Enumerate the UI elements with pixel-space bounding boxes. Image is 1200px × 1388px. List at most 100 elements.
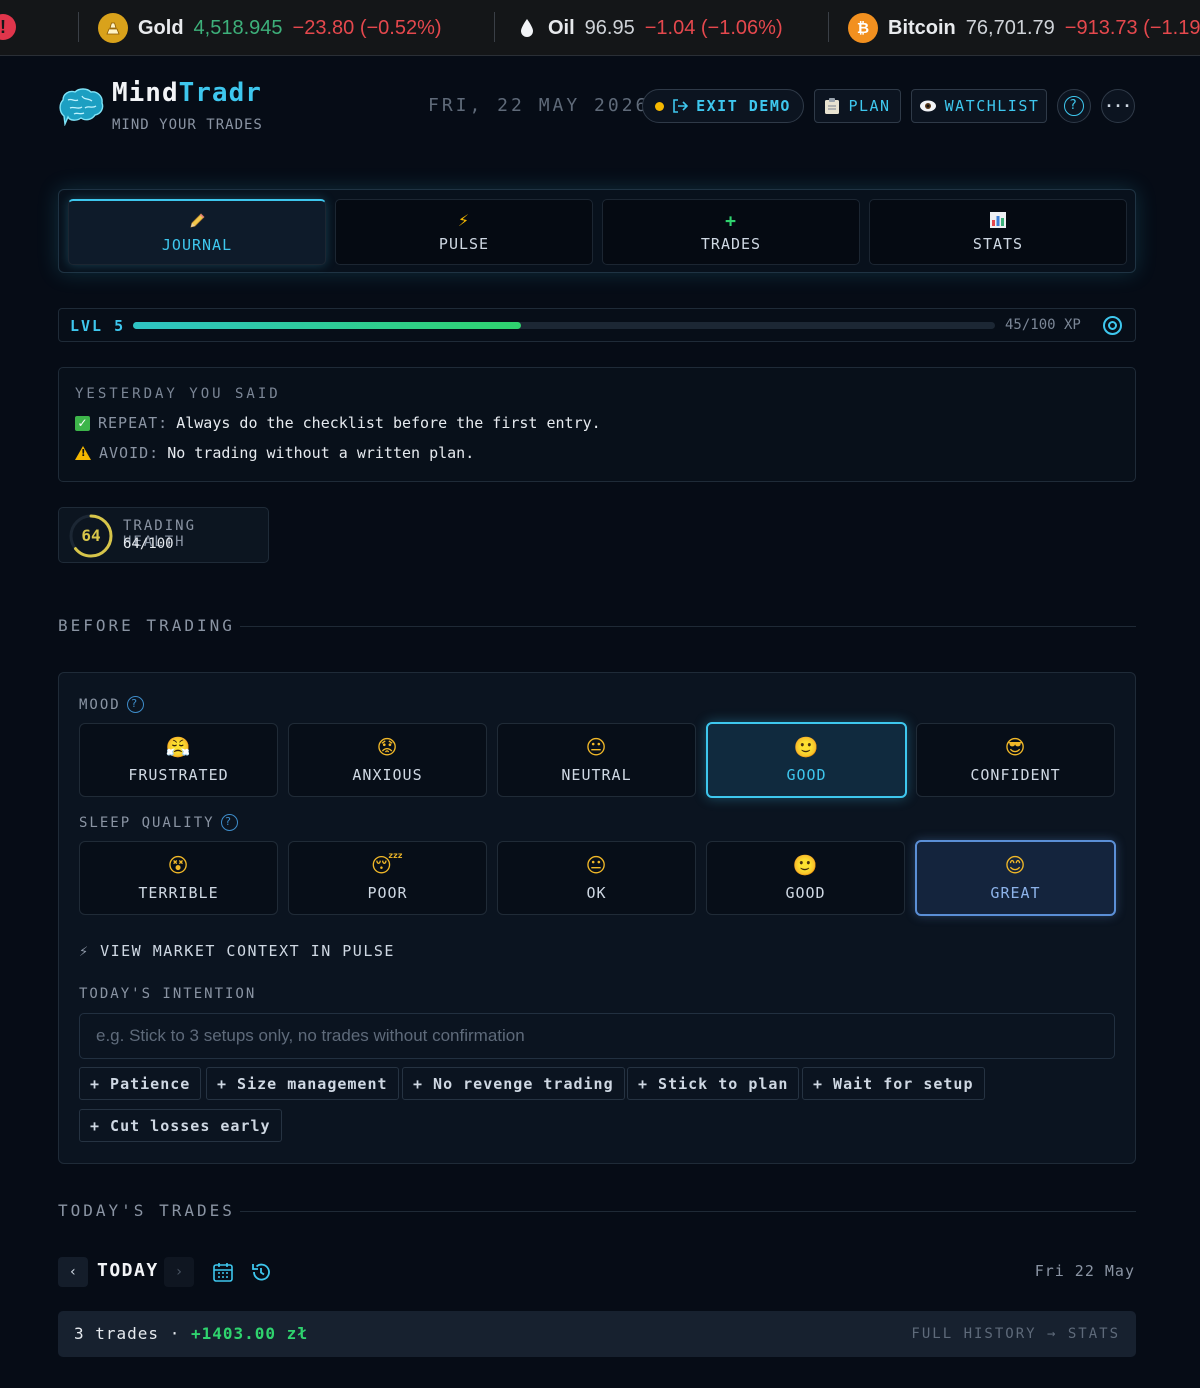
tab-trades[interactable]: + TRADES xyxy=(602,199,860,265)
pencil-icon xyxy=(188,212,206,230)
oil-drop-icon xyxy=(516,13,538,43)
mood-option-label: FRUSTRATED xyxy=(128,766,229,784)
plan-button[interactable]: PLAN xyxy=(814,89,901,123)
ticker-price: 96.95 xyxy=(584,16,635,39)
tab-stats[interactable]: STATS xyxy=(869,199,1127,265)
yesterday-title: YESTERDAY YOU SAID xyxy=(75,386,281,402)
intention-label: TODAY'S INTENTION xyxy=(79,986,257,1002)
target-icon[interactable] xyxy=(1103,316,1122,335)
sleep-option-terrible[interactable]: 😵 TERRIBLE xyxy=(79,841,278,915)
mood-option-good[interactable]: 🙂 GOOD xyxy=(706,722,907,798)
tagline: MIND YOUR TRADES xyxy=(112,117,263,133)
main-tabs: JOURNAL ⚡ PULSE + TRADES STATS xyxy=(58,189,1136,273)
repeat-row: ✓ REPEAT: Always do the checklist before… xyxy=(75,414,601,432)
ticker-item-bitcoin[interactable]: ₿ Bitcoin 76,701.79 −913.73 (−1.19%) xyxy=(848,0,1200,55)
intention-chip-size-management[interactable]: + Size management xyxy=(206,1067,399,1100)
ticker-divider xyxy=(828,12,829,42)
xp-progress-track xyxy=(133,322,995,329)
eye-icon xyxy=(919,100,936,112)
intention-chip-no-revenge-trading[interactable]: + No revenge trading xyxy=(402,1067,625,1100)
previous-day-button[interactable]: ‹ xyxy=(58,1257,88,1287)
level-progress: LVL 5 45/100 XP xyxy=(58,308,1136,342)
sleep-option-label: POOR xyxy=(367,884,408,902)
ticker-change: −913.73 (−1.19%) xyxy=(1064,16,1200,39)
avoid-row: AVOID: No trading without a written plan… xyxy=(75,444,474,462)
help-button[interactable]: ? xyxy=(1057,89,1091,123)
chevron-left-icon: ‹ xyxy=(68,1264,78,1280)
tab-journal[interactable]: JOURNAL xyxy=(68,199,326,265)
intention-chip-wait-for-setup[interactable]: + Wait for setup xyxy=(802,1067,985,1100)
xp-progress-fill xyxy=(133,322,521,329)
trades-summary: 3 trades · +1403.00 zł xyxy=(74,1324,308,1343)
history-icon[interactable] xyxy=(250,1261,272,1283)
intention-input[interactable] xyxy=(79,1013,1115,1059)
section-title-before-trading: BEFORE TRADING xyxy=(58,616,235,635)
intention-chip-cut-losses-early[interactable]: + Cut losses early xyxy=(79,1109,282,1142)
avoid-text: No trading without a written plan. xyxy=(167,444,475,462)
mood-option-label: CONFIDENT xyxy=(970,766,1061,784)
ticker-divider xyxy=(494,12,495,42)
summary-separator: · xyxy=(169,1324,181,1343)
mood-option-confident[interactable]: 😎 CONFIDENT xyxy=(916,723,1115,797)
sleep-quality-label: SLEEP QUALITY ? xyxy=(79,814,238,831)
smiling-face-icon: 🙂 xyxy=(792,853,819,877)
intention-chip-stick-to-plan[interactable]: + Stick to plan xyxy=(627,1067,800,1100)
demo-status-dot xyxy=(655,101,665,111)
mood-option-anxious[interactable]: 😟 ANXIOUS xyxy=(288,723,487,797)
trading-health-card[interactable]: 64 TRADING HEALTH 64/100 xyxy=(58,507,269,563)
current-date: FRI, 22 MAY 2026 xyxy=(428,95,650,116)
watchlist-button[interactable]: WATCHLIST xyxy=(911,89,1047,123)
mood-option-frustrated[interactable]: 😤 FRUSTRATED xyxy=(79,723,278,797)
sleepy-face-icon: 😴 xyxy=(370,853,405,877)
selected-date: Fri 22 May xyxy=(1034,1262,1135,1280)
tab-label: TRADES xyxy=(700,235,762,253)
xp-text: 45/100 XP xyxy=(1005,317,1081,333)
trades-summary-bar: 3 trades · +1403.00 zł FULL HISTORY → ST… xyxy=(58,1311,1136,1357)
mood-option-label: ANXIOUS xyxy=(352,766,423,784)
brand-name-part1: Mind xyxy=(112,78,179,108)
plan-label: PLAN xyxy=(848,97,891,115)
level-label: LVL 5 xyxy=(70,317,126,335)
section-divider xyxy=(240,1211,1136,1212)
view-market-context-link[interactable]: ⚡ VIEW MARKET CONTEXT IN PULSE xyxy=(79,942,395,960)
next-day-button[interactable]: › xyxy=(164,1257,194,1287)
help-icon[interactable]: ? xyxy=(220,814,238,831)
smiling-face-icon: 🙂 xyxy=(793,735,820,759)
section-title-todays-trades: TODAY'S TRADES xyxy=(58,1201,235,1220)
sleep-option-good[interactable]: 🙂 GOOD xyxy=(706,841,905,915)
lightning-icon: ⚡ xyxy=(79,942,90,960)
price-ticker: ! Gold 4,518.945 −23.80 (−0.52%) Oil 96.… xyxy=(0,0,1200,56)
calendar-icon[interactable] xyxy=(212,1261,234,1283)
health-value: 64/100 xyxy=(123,536,174,552)
tab-pulse[interactable]: ⚡ PULSE xyxy=(335,199,593,265)
brand-name: MindTradr xyxy=(112,78,262,108)
neutral-face-icon: 😐 xyxy=(585,853,608,877)
sleep-option-poor[interactable]: 😴 POOR xyxy=(288,841,487,915)
alert-icon[interactable]: ! xyxy=(0,14,16,40)
full-history-link[interactable]: FULL HISTORY → STATS xyxy=(911,1326,1120,1342)
help-icon[interactable]: ? xyxy=(126,696,144,713)
dizzy-face-icon: 😵 xyxy=(167,853,190,877)
ticker-divider xyxy=(78,12,79,42)
ticker-price: 4,518.945 xyxy=(193,16,283,39)
ticker-name: Gold xyxy=(138,16,184,39)
sleep-option-ok[interactable]: 😐 OK xyxy=(497,841,696,915)
bar-chart-icon xyxy=(989,211,1007,229)
help-icon: ? xyxy=(1064,96,1084,116)
yesterday-summary: YESTERDAY YOU SAID ✓ REPEAT: Always do t… xyxy=(58,367,1136,482)
repeat-text: Always do the checklist before the first… xyxy=(176,414,601,432)
before-trading-panel: MOOD ? 😤 FRUSTRATED 😟 ANXIOUS 😐 NEUTRAL … xyxy=(58,672,1136,1164)
frustrated-face-icon: 😤 xyxy=(165,735,192,759)
sleep-option-label: GREAT xyxy=(990,884,1041,902)
exit-demo-button[interactable]: EXIT DEMO xyxy=(642,89,804,123)
lightning-icon: ⚡ xyxy=(457,211,471,230)
ticker-item-gold[interactable]: Gold 4,518.945 −23.80 (−0.52%) xyxy=(98,0,442,55)
happy-face-icon: 😊 xyxy=(1004,853,1027,877)
more-menu-button[interactable]: ··· xyxy=(1101,89,1135,123)
sleep-option-label: TERRIBLE xyxy=(138,884,219,902)
gold-bars-icon xyxy=(98,13,128,43)
ticker-item-oil[interactable]: Oil 96.95 −1.04 (−1.06%) xyxy=(516,0,783,55)
mood-option-neutral[interactable]: 😐 NEUTRAL xyxy=(497,723,696,797)
intention-chip-patience[interactable]: + Patience xyxy=(79,1067,202,1100)
sleep-option-great[interactable]: 😊 GREAT xyxy=(915,840,1116,916)
